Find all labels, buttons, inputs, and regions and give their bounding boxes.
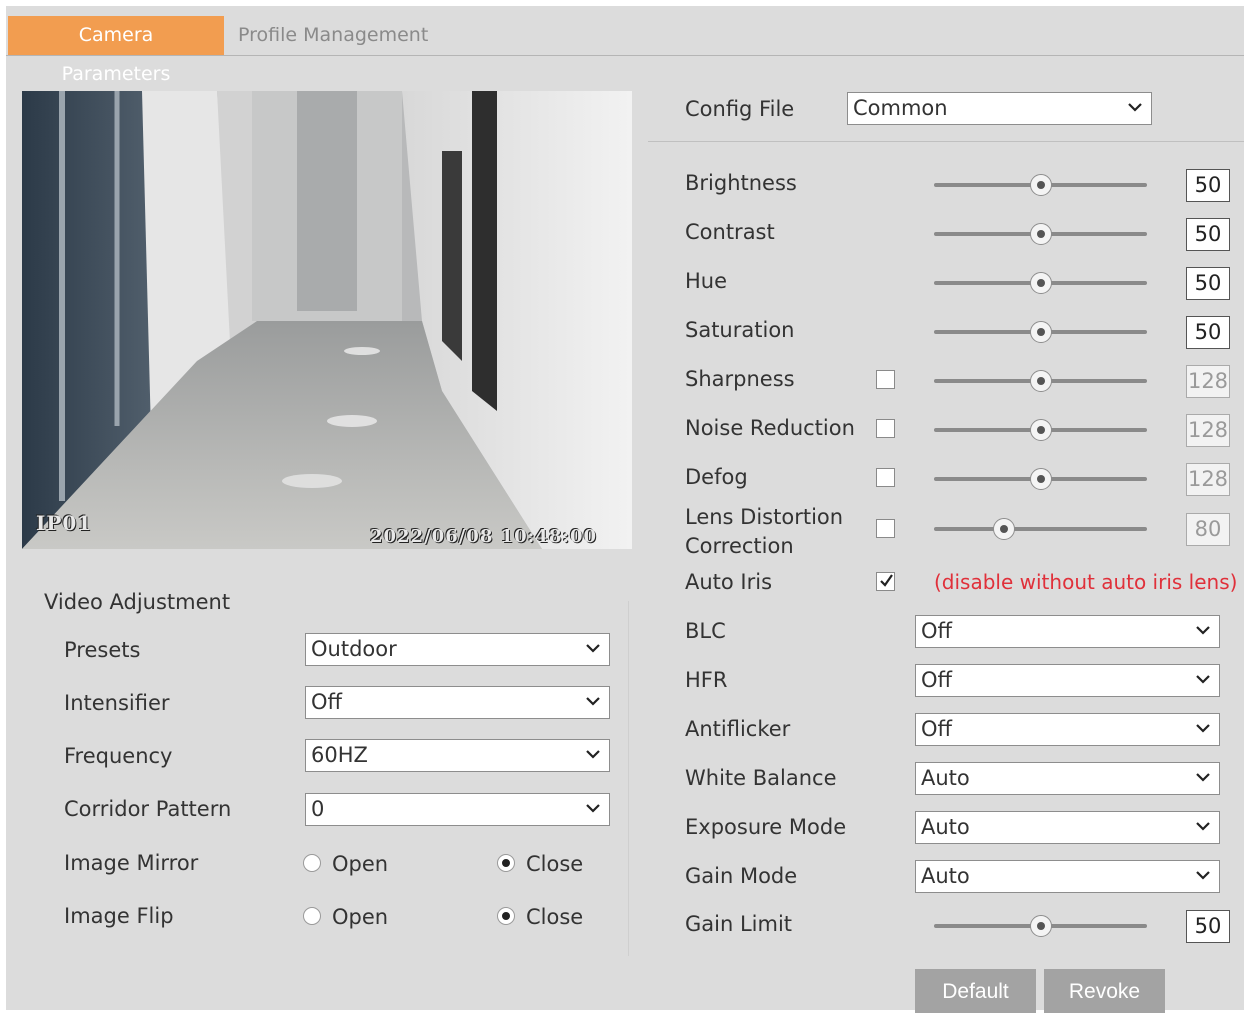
corridor-pattern-label: Corridor Pattern (64, 797, 232, 821)
hfr-label: HFR (685, 668, 728, 692)
chevron-down-icon (586, 804, 600, 813)
config-file-select[interactable]: Common (847, 92, 1152, 125)
noise-reduction-value[interactable]: 128 (1186, 414, 1230, 447)
brightness-value[interactable]: 50 (1186, 169, 1230, 202)
channel-osd: IP01 (36, 511, 93, 535)
defog-value[interactable]: 128 (1186, 463, 1230, 496)
defog-slider-handle[interactable] (1029, 468, 1052, 490)
chevron-down-icon (586, 697, 600, 706)
lens-distortion-slider-handle[interactable] (993, 518, 1016, 540)
brightness-label: Brightness (685, 171, 797, 195)
chevron-down-icon (1196, 773, 1210, 782)
config-file-label: Config File (685, 97, 795, 121)
auto-iris-checkbox[interactable] (876, 572, 895, 591)
noise-reduction-checkbox[interactable] (876, 419, 895, 438)
image-flip-close-radio[interactable] (497, 907, 515, 925)
chevron-down-icon (586, 750, 600, 759)
timestamp-osd: 2022/06/08 10:48:00 (370, 526, 598, 547)
chevron-down-icon (586, 644, 600, 653)
frequency-select[interactable]: 60HZ (305, 739, 610, 772)
sharpness-label: Sharpness (685, 367, 795, 391)
chevron-down-icon (1196, 626, 1210, 635)
chevron-down-icon (1196, 871, 1210, 880)
video-adjustment-title: Video Adjustment (44, 590, 231, 614)
exposure-mode-select[interactable]: Auto (915, 811, 1220, 844)
gain-limit-value[interactable]: 50 (1186, 910, 1230, 943)
tab-camera-parameters[interactable]: Camera Parameters (8, 16, 224, 85)
hue-slider-handle[interactable] (1029, 272, 1052, 294)
antiflicker-select[interactable]: Off (915, 713, 1220, 746)
sharpness-slider-handle[interactable] (1029, 370, 1052, 392)
contrast-label: Contrast (685, 220, 775, 244)
saturation-label: Saturation (685, 318, 795, 342)
chevron-down-icon (1196, 724, 1210, 733)
image-flip-open-label: Open (332, 905, 389, 929)
lens-distortion-label: Lens Distortion Correction (685, 505, 844, 558)
image-flip-open-radio[interactable] (303, 907, 321, 925)
live-video-preview: IP01 2022/06/08 10:48:00 (22, 91, 632, 549)
intensifier-select[interactable]: Off (305, 686, 610, 719)
section-divider (628, 601, 629, 956)
contrast-slider-handle[interactable] (1029, 223, 1052, 245)
defog-label: Defog (685, 465, 748, 489)
image-flip-close-label: Close (526, 905, 584, 929)
camera-parameters-panel: Camera Parameters Profile Management IP0… (6, 6, 1244, 1013)
corridor-pattern-select[interactable]: 0 (305, 793, 610, 826)
chevron-down-icon (1196, 675, 1210, 684)
image-mirror-close-label: Close (526, 852, 584, 876)
hue-label: Hue (685, 269, 728, 293)
image-mirror-label: Image Mirror (64, 851, 199, 875)
antiflicker-label: Antiflicker (685, 717, 791, 741)
gain-mode-label: Gain Mode (685, 864, 798, 888)
blc-select[interactable]: Off (915, 615, 1220, 648)
auto-iris-label: Auto Iris (685, 570, 773, 594)
saturation-value[interactable]: 50 (1186, 316, 1230, 349)
presets-select[interactable]: Outdoor (305, 633, 610, 666)
noise-reduction-slider-handle[interactable] (1029, 419, 1052, 441)
noise-reduction-label: Noise Reduction (685, 416, 855, 440)
auto-iris-note: (disable without auto iris lens) (934, 570, 1238, 594)
sharpness-checkbox[interactable] (876, 370, 895, 389)
intensifier-label: Intensifier (64, 691, 170, 715)
blc-label: BLC (685, 619, 726, 643)
white-balance-label: White Balance (685, 766, 837, 790)
chevron-down-icon (1196, 822, 1210, 831)
chevron-down-icon (1128, 103, 1142, 112)
tab-bar: Camera Parameters Profile Management (6, 16, 1244, 85)
hfr-select[interactable]: Off (915, 664, 1220, 697)
image-flip-label: Image Flip (64, 904, 174, 928)
lens-distortion-slider-track[interactable] (934, 527, 1147, 531)
frequency-label: Frequency (64, 744, 173, 768)
brightness-slider-handle[interactable] (1029, 174, 1052, 196)
image-mirror-close-radio[interactable] (497, 854, 515, 872)
checkmark-icon (880, 574, 893, 587)
lens-distortion-value[interactable]: 80 (1186, 513, 1230, 546)
gain-limit-label: Gain Limit (685, 912, 793, 936)
exposure-mode-label: Exposure Mode (685, 815, 847, 839)
white-balance-select[interactable]: Auto (915, 762, 1220, 795)
gain-mode-select[interactable]: Auto (915, 860, 1220, 893)
image-mirror-open-label: Open (332, 852, 389, 876)
config-divider (648, 141, 1244, 142)
default-button[interactable]: Default (915, 969, 1036, 1013)
presets-label: Presets (64, 638, 141, 662)
image-mirror-open-radio[interactable] (303, 854, 321, 872)
contrast-value[interactable]: 50 (1186, 218, 1230, 251)
tab-profile-management[interactable]: Profile Management (222, 16, 444, 55)
revoke-button[interactable]: Revoke (1044, 969, 1165, 1013)
sharpness-value[interactable]: 128 (1186, 365, 1230, 398)
saturation-slider-handle[interactable] (1029, 321, 1052, 343)
gain-limit-slider-handle[interactable] (1029, 915, 1052, 937)
hue-value[interactable]: 50 (1186, 267, 1230, 300)
lens-distortion-checkbox[interactable] (876, 519, 895, 538)
defog-checkbox[interactable] (876, 468, 895, 487)
